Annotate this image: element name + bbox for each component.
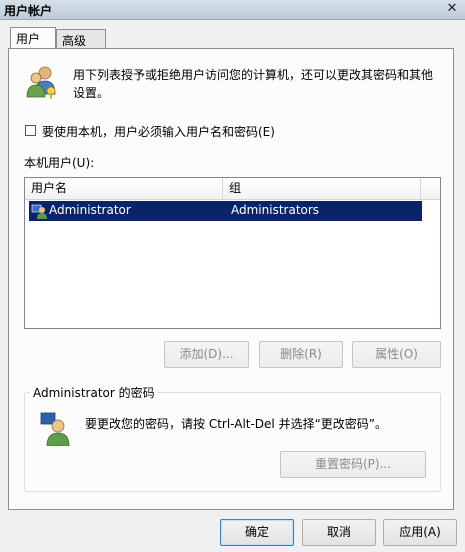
table-row[interactable]: Administrator Administrators xyxy=(29,201,422,221)
password-instruction: 要更改您的密码，请按 Ctrl-Alt-Del 并选择“更改密码”。 xyxy=(85,417,388,431)
list-header: 用户名 组 xyxy=(25,178,440,200)
add-user-button[interactable]: 添加(D)... xyxy=(164,341,249,368)
column-username[interactable]: 用户名 xyxy=(25,178,223,199)
tab-users[interactable]: 用户 xyxy=(10,27,56,49)
reset-password-button[interactable]: 重置密码(P)... xyxy=(280,451,426,478)
cancel-button[interactable]: 取消 xyxy=(302,519,376,546)
tab-users-label: 用户 xyxy=(16,32,41,46)
user-row-icon xyxy=(31,204,47,219)
apply-button[interactable]: 应用(A) xyxy=(383,519,457,546)
password-group-title: Administrator 的密码 xyxy=(30,384,158,401)
ok-button[interactable]: 确定 xyxy=(220,519,294,546)
properties-button[interactable]: 属性(O) xyxy=(352,341,441,368)
close-icon[interactable]: ✕ xyxy=(445,2,459,16)
title-bar: 用户帐户 ✕ xyxy=(0,0,465,20)
require-login-checkbox[interactable] xyxy=(25,125,36,136)
row-group: Administrators xyxy=(231,203,320,217)
window-title: 用户帐户 xyxy=(4,4,53,18)
local-users-label: 本机用户(U): xyxy=(24,156,95,170)
remove-user-button[interactable]: 删除(R) xyxy=(259,341,343,368)
row-username: Administrator xyxy=(49,203,131,217)
require-login-label[interactable]: 要使用本机，用户必须输入用户名和密码(E) xyxy=(42,123,275,140)
description-text: 用下列表授予或拒绝用户访问您的计算机，还可以更改其密码和其他设置。 xyxy=(73,68,434,100)
users-icon xyxy=(26,66,56,99)
tab-advanced[interactable]: 高级 xyxy=(56,29,106,49)
tab-advanced-label: 高级 xyxy=(62,34,87,48)
column-group[interactable]: 组 xyxy=(223,178,421,199)
local-users-list[interactable]: 用户名 组 Administrator Administrators xyxy=(24,177,441,329)
password-user-icon xyxy=(40,412,70,446)
